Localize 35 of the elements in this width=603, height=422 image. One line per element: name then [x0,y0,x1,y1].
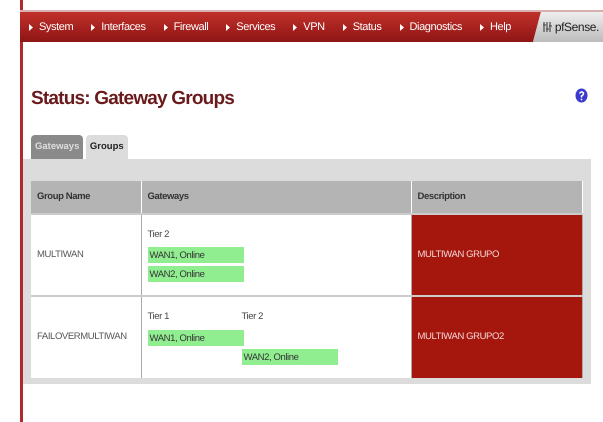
menu-item[interactable]: System [20,18,82,36]
caret-icon [342,24,347,30]
table-cell: MULTIWAN GRUPO [411,214,582,296]
menu-item[interactable]: Status [334,18,390,36]
tab[interactable]: Groups [86,134,128,160]
table-cell: MULTIWAN [31,214,141,296]
caret-icon [400,24,404,30]
menu-item[interactable]: Help [470,18,520,36]
gateway-status: WAN1, Online [148,330,244,346]
table-cell: MULTIWAN GRUPO2 [411,296,582,378]
caret-icon [164,24,168,30]
menu-item[interactable]: Interfaces [82,18,155,36]
column-header: Group Name [31,181,141,214]
gateway-status: WAN2, Online [148,266,244,282]
table-cell: FAILOVERMULTIWAN [31,296,141,378]
menu-item[interactable]: Firewall [154,18,218,36]
menu-item[interactable]: Diagnostics [390,18,471,36]
gateway-status: WAN2, Online [242,348,338,365]
caret-icon [91,24,96,30]
caret-icon [29,24,33,30]
caret-icon [226,24,230,30]
column-header: Description [411,181,582,214]
menu-item[interactable]: Services [217,18,284,36]
gateway-status: WAN1, Online [148,247,244,264]
logo-icon [542,21,552,33]
tier-label: Tier 2 [242,310,264,324]
column-header: Gateways [141,181,411,214]
help-icon[interactable] [575,88,588,103]
caret-icon [293,24,298,30]
logo: pfSense. [532,12,603,42]
caret-icon [480,24,484,30]
tier-label: Tier 1 [148,310,170,324]
page-title: Status: Gateway Groups [31,88,234,111]
tier-label: Tier 2 [148,228,170,242]
menu-item[interactable]: VPN [284,18,334,36]
